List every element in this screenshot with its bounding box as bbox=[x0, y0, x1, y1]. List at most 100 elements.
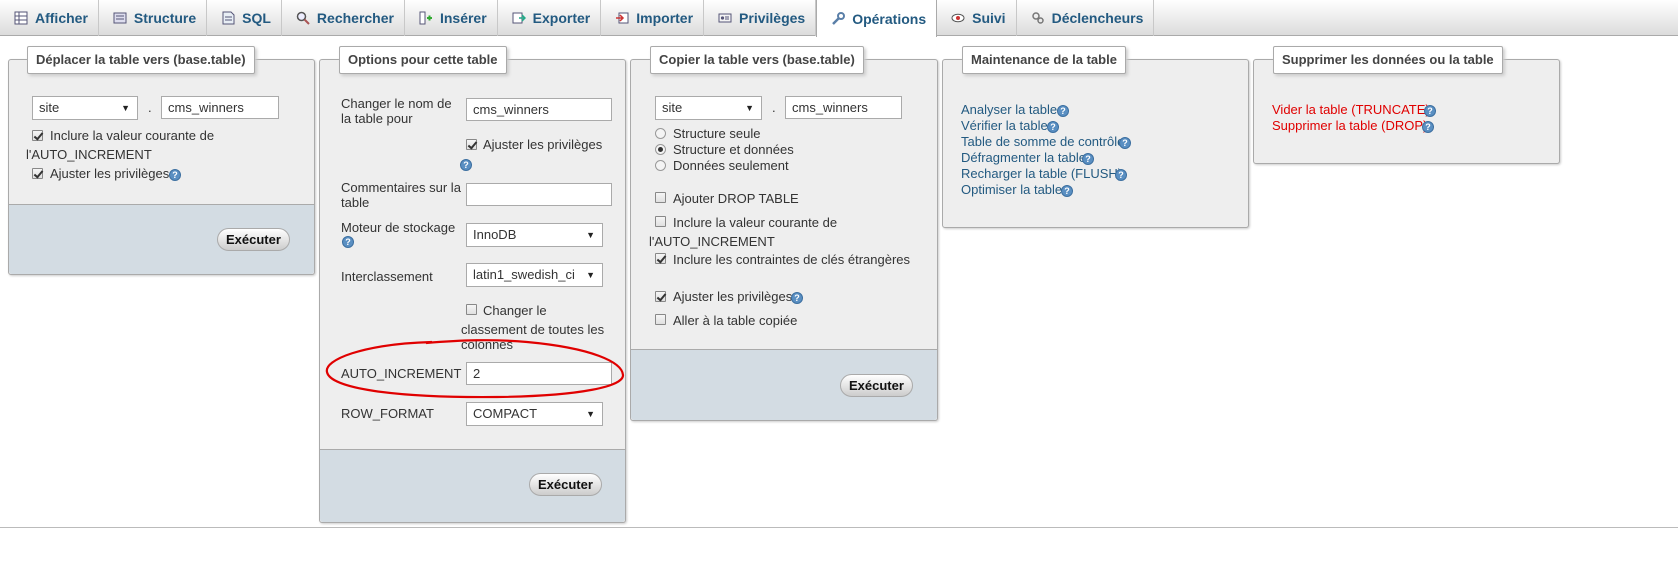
move-execute-button[interactable]: Exécuter bbox=[217, 228, 290, 251]
delete-fieldset: Vider la table (TRUNCATE) ? Supprimer la… bbox=[1253, 59, 1560, 164]
chevron-down-icon: ▼ bbox=[586, 270, 595, 280]
move-include-ai-checkbox[interactable] bbox=[32, 130, 43, 141]
help-icon[interactable]: ? bbox=[342, 236, 354, 248]
storage-engine-label: Moteur de stockage bbox=[341, 220, 456, 235]
drop-table-label: Ajouter DROP TABLE bbox=[673, 191, 799, 206]
copy-include-ai-label-cont: l'AUTO_INCREMENT bbox=[649, 234, 775, 249]
import-icon bbox=[615, 11, 629, 25]
radio-structure-only-label: Structure seule bbox=[673, 126, 761, 141]
rename-table-input[interactable]: cms_winners bbox=[466, 98, 612, 121]
move-table-name-input[interactable]: cms_winners bbox=[161, 96, 279, 119]
tab-sql[interactable]: SQL bbox=[207, 0, 282, 36]
help-icon[interactable]: ? bbox=[1422, 121, 1434, 133]
structure-icon bbox=[113, 11, 127, 25]
copy-adjust-privileges-checkbox[interactable] bbox=[655, 291, 666, 302]
copy-adjust-privileges-label: Ajuster les privilèges bbox=[673, 289, 793, 304]
annotation-ellipse bbox=[325, 339, 625, 399]
dot-separator: . bbox=[772, 100, 776, 115]
tab-label: SQL bbox=[242, 10, 271, 26]
tab-label: Afficher bbox=[35, 10, 88, 26]
tab-label: Exporter bbox=[532, 10, 591, 26]
help-icon[interactable]: ? bbox=[1057, 105, 1069, 117]
collation-select[interactable]: latin1_swedish_ci ▼ bbox=[466, 263, 603, 287]
help-icon[interactable]: ? bbox=[791, 292, 803, 304]
tab-importer[interactable]: Importer bbox=[601, 0, 705, 36]
help-icon[interactable]: ? bbox=[1047, 121, 1059, 133]
copy-include-ai-label: Inclure la valeur courante de bbox=[673, 215, 838, 230]
checksum-table-link[interactable]: Table de somme de contrôle bbox=[961, 134, 1124, 149]
radio-structure-only[interactable] bbox=[655, 128, 666, 139]
help-icon[interactable]: ? bbox=[1115, 169, 1127, 181]
radio-data-only[interactable] bbox=[655, 160, 666, 171]
help-icon[interactable]: ? bbox=[1082, 153, 1094, 165]
drop-table-checkbox[interactable] bbox=[655, 192, 666, 203]
tab-inserer[interactable]: Insérer bbox=[405, 0, 498, 36]
help-icon[interactable]: ? bbox=[169, 169, 181, 181]
tab-privileges[interactable]: Privilèges bbox=[704, 0, 817, 36]
drop-table-link[interactable]: Supprimer la table (DROP) bbox=[1272, 118, 1427, 133]
help-icon[interactable]: ? bbox=[1061, 185, 1073, 197]
copy-legend: Copier la table vers (base.table) bbox=[650, 46, 864, 74]
options-fieldset: Changer le nom de la table pour cms_winn… bbox=[319, 59, 626, 523]
tab-label: Importer bbox=[636, 10, 694, 26]
tab-rechercher[interactable]: Rechercher bbox=[282, 0, 405, 36]
copy-database-select[interactable]: site ▼ bbox=[655, 96, 762, 120]
analyze-table-link[interactable]: Analyser la table bbox=[961, 102, 1057, 117]
chevron-down-icon: ▼ bbox=[121, 103, 130, 113]
goto-copied-table-checkbox[interactable] bbox=[655, 314, 666, 325]
privileges-icon bbox=[718, 11, 732, 25]
rename-label: Changer le nom de la table pour bbox=[341, 96, 452, 126]
truncate-table-link[interactable]: Vider la table (TRUNCATE) bbox=[1272, 102, 1430, 117]
tab-label: Structure bbox=[133, 10, 197, 26]
tab-exporter[interactable]: Exporter bbox=[498, 0, 602, 36]
help-icon[interactable]: ? bbox=[1119, 137, 1131, 149]
defragment-table-link[interactable]: Défragmenter la table bbox=[961, 150, 1086, 165]
tab-operations[interactable]: Opérations bbox=[816, 0, 938, 37]
export-icon bbox=[512, 11, 526, 25]
comments-label: Commentaires sur la table bbox=[341, 180, 461, 210]
move-adjust-privileges-checkbox[interactable] bbox=[32, 168, 43, 179]
tab-suivi[interactable]: Suivi bbox=[937, 0, 1017, 36]
chevron-down-icon: ▼ bbox=[586, 409, 595, 419]
delete-legend: Supprimer les données ou la table bbox=[1273, 46, 1503, 74]
help-icon[interactable]: ? bbox=[460, 159, 472, 171]
foreign-keys-label: Inclure les contraintes de clés étrangèr… bbox=[673, 252, 911, 267]
insert-icon bbox=[419, 11, 433, 25]
copy-execute-button[interactable]: Exécuter bbox=[840, 374, 913, 397]
goto-copied-table-label: Aller à la table copiée bbox=[673, 313, 798, 328]
copy-fieldset: site ▼ . cms_winners Structure seule Stru… bbox=[630, 59, 938, 421]
bottom-divider bbox=[0, 527, 1678, 528]
row-format-select[interactable]: COMPACT ▼ bbox=[466, 402, 603, 426]
flush-table-link[interactable]: Recharger la table (FLUSH) bbox=[961, 166, 1122, 181]
tab-afficher[interactable]: Afficher bbox=[0, 0, 99, 36]
tab-label: Déclencheurs bbox=[1051, 10, 1144, 26]
delete-data-panel: Vider la table (TRUNCATE) ? Supprimer la… bbox=[1253, 46, 1560, 164]
copy-table-panel: site ▼ . cms_winners Structure seule Stru… bbox=[630, 46, 938, 421]
move-footer: Exécuter bbox=[9, 204, 314, 274]
copy-table-name-input[interactable]: cms_winners bbox=[785, 96, 902, 119]
options-footer: Exécuter bbox=[320, 449, 625, 522]
check-table-link[interactable]: Vérifier la table bbox=[961, 118, 1048, 133]
help-icon[interactable]: ? bbox=[1424, 105, 1436, 117]
radio-data-only-label: Données seulement bbox=[673, 158, 789, 173]
comments-input[interactable] bbox=[466, 183, 612, 206]
move-legend: Déplacer la table vers (base.table) bbox=[27, 46, 255, 74]
tab-label: Suivi bbox=[972, 10, 1006, 26]
move-database-select[interactable]: site ▼ bbox=[32, 96, 138, 120]
dot-separator: . bbox=[148, 100, 152, 115]
radio-structure-and-data[interactable] bbox=[655, 144, 666, 155]
options-execute-button[interactable]: Exécuter bbox=[529, 473, 602, 496]
change-all-columns-checkbox[interactable] bbox=[466, 304, 477, 315]
tab-label: Opérations bbox=[852, 10, 927, 27]
foreign-keys-checkbox[interactable] bbox=[655, 253, 666, 264]
copy-include-ai-checkbox[interactable] bbox=[655, 216, 666, 227]
eye-icon bbox=[951, 11, 965, 25]
tab-structure[interactable]: Structure bbox=[99, 0, 208, 36]
tab-declencheurs[interactable]: Déclencheurs bbox=[1017, 0, 1155, 36]
table-icon bbox=[14, 11, 28, 25]
maintenance-panel: Analyser la table ? Vérifier la table ? … bbox=[942, 46, 1249, 228]
options-adjust-privileges-checkbox[interactable] bbox=[466, 139, 477, 150]
optimize-table-link[interactable]: Optimiser la table bbox=[961, 182, 1062, 197]
storage-engine-select[interactable]: InnoDB ▼ bbox=[466, 223, 603, 247]
move-fieldset: site ▼ . cms_winners Inclure la valeur co… bbox=[8, 59, 315, 275]
